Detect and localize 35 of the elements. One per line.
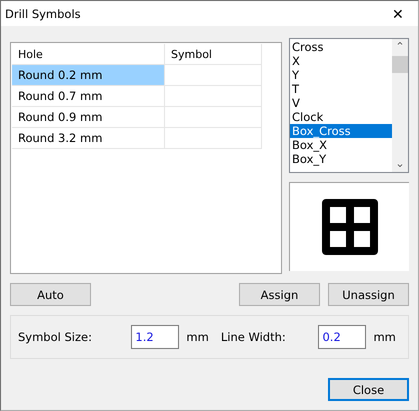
unit-label: mm	[186, 330, 210, 344]
list-item[interactable]: X	[290, 54, 392, 68]
close-dialog-button[interactable]: Close	[328, 378, 409, 401]
list-item[interactable]: T	[290, 82, 392, 96]
table-cell[interactable]: Round 0.2 mm	[12, 65, 165, 86]
line-width-label: Line Width:	[220, 330, 287, 344]
unit-label: mm	[373, 330, 397, 344]
window-title: Drill Symbols	[5, 6, 81, 20]
table-cell[interactable]	[165, 86, 262, 107]
list-item[interactable]: Box_Cross	[290, 124, 392, 138]
close-button[interactable]: ✕	[378, 1, 418, 26]
list-item[interactable]: Cross	[290, 40, 392, 54]
assign-button[interactable]: Assign	[239, 283, 320, 306]
scroll-up-button[interactable]: ⌃	[395, 39, 405, 55]
scroll-down-button[interactable]: ⌄	[395, 156, 405, 172]
list-item[interactable]: V	[290, 96, 392, 110]
list-item[interactable]: Box_Y	[290, 152, 392, 166]
symbol-size-field[interactable]: 1.2	[131, 325, 180, 349]
scrollbar[interactable]: ⌃ ⌄	[392, 39, 408, 172]
table-cell[interactable]: Round 0.9 mm	[12, 107, 165, 128]
line-width-field[interactable]: 0.2	[318, 325, 366, 349]
table-cell[interactable]: Round 0.7 mm	[12, 86, 165, 107]
auto-button[interactable]: Auto	[10, 283, 91, 306]
scroll-thumb[interactable]	[392, 56, 408, 73]
list-item[interactable]: Y	[290, 68, 392, 82]
table-cell[interactable]	[165, 65, 262, 86]
box-cross-symbol-icon	[322, 199, 378, 255]
table-cell[interactable]: Round 3.2 mm	[12, 128, 165, 149]
table-cell[interactable]	[165, 128, 262, 149]
list-item[interactable]: Box_X	[290, 138, 392, 152]
unassign-button[interactable]: Unassign	[328, 283, 409, 306]
list-item[interactable]: Clock	[290, 110, 392, 124]
column-header[interactable]: Symbol	[165, 44, 262, 65]
table-cell[interactable]	[165, 107, 262, 128]
symbol-size-label: Symbol Size:	[18, 330, 93, 344]
